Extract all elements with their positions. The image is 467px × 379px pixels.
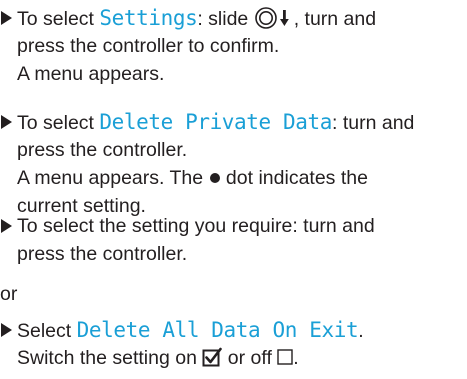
triangle-right-icon bbox=[1, 115, 12, 129]
step-4-text-post-off: . bbox=[293, 347, 299, 369]
step-4-text-post: . bbox=[358, 320, 364, 342]
checkbox-empty-icon bbox=[277, 349, 293, 365]
menu-item-settings: Settings bbox=[99, 6, 198, 30]
triangle-right-icon bbox=[1, 323, 12, 337]
step-3-line-1: To select the setting you require: turn … bbox=[17, 215, 375, 237]
step-1-text-pre: To select bbox=[17, 8, 100, 30]
step-4-text-mid: or off bbox=[222, 347, 278, 369]
step-1-line-1: To select Settings: slide , turn and bbox=[17, 4, 376, 33]
step-1-text-after-icon: , turn and bbox=[293, 8, 377, 30]
step-1-line-2: press the controller to confirm. bbox=[17, 35, 280, 57]
menu-item-delete-all-data-on-exit: Delete All Data On Exit bbox=[76, 318, 359, 342]
step-2-line-3: A menu appears. The dot indicates the bbox=[17, 164, 368, 192]
step-4-line-1: Select Delete All Data On Exit. bbox=[17, 316, 364, 345]
or-label: or bbox=[0, 283, 18, 305]
step-2-text-pre-dot: A menu appears. The bbox=[17, 167, 209, 189]
step-2-text-post-dot: dot indicates the bbox=[220, 167, 368, 189]
step-2-line-2: press the controller. bbox=[17, 139, 188, 161]
step-4-text-pre-on: Switch the setting on bbox=[17, 347, 203, 369]
triangle-right-icon bbox=[1, 219, 12, 233]
checkbox-checked-icon bbox=[202, 347, 223, 367]
step-2-text-post: : turn and bbox=[332, 112, 415, 134]
step-1-line-3: A menu appears. bbox=[17, 63, 165, 85]
step-2-text-pre: To select bbox=[17, 112, 100, 134]
step-3-line-2: press the controller. bbox=[17, 243, 188, 265]
step-4-text-pre: Select bbox=[17, 320, 77, 342]
step-2-line-1: To select Delete Private Data: turn and bbox=[17, 108, 414, 137]
step-4-line-2: Switch the setting on or off . bbox=[17, 344, 299, 372]
filled-dot-icon bbox=[209, 172, 220, 183]
menu-item-delete-private-data: Delete Private Data bbox=[99, 110, 332, 134]
triangle-right-icon bbox=[1, 11, 12, 25]
step-1-text-post: : slide bbox=[197, 8, 254, 30]
controller-slide-down-icon bbox=[254, 7, 289, 29]
